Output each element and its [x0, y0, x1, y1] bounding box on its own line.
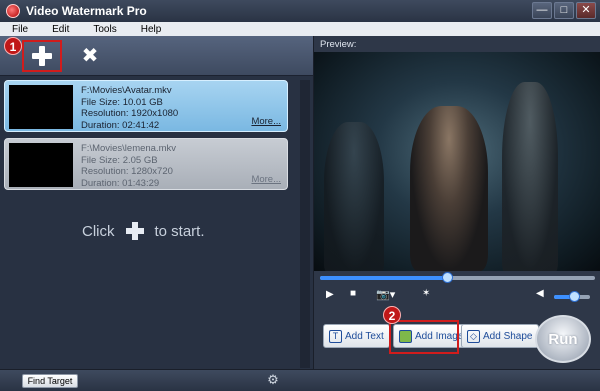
add-text-button[interactable]: T Add Text — [323, 324, 390, 348]
menu-file[interactable]: File — [0, 24, 40, 35]
hint-text-before: Click — [82, 222, 115, 240]
add-text-label: Add Text — [345, 330, 384, 342]
speaker-icon[interactable]: ◀ — [536, 288, 544, 299]
plus-icon — [32, 46, 52, 66]
menu-edit[interactable]: Edit — [40, 24, 81, 35]
app-logo-icon — [6, 4, 20, 18]
highlight-frame — [389, 320, 459, 354]
camera-icon[interactable]: 📷▾ — [376, 288, 395, 301]
more-link[interactable]: More... — [251, 174, 281, 185]
window-title: Video Watermark Pro — [26, 4, 147, 18]
file-info: F:\Movies\Avatar.mkv File Size: 10.01 GB… — [81, 85, 178, 131]
watermark-actions: T Add Text Add Image 2 ◇ Add Shape Run — [314, 306, 600, 369]
video-thumbnail — [9, 143, 73, 187]
more-link[interactable]: More... — [251, 116, 281, 127]
add-shape-button[interactable]: ◇ Add Shape — [461, 324, 539, 348]
video-frame-figure — [324, 122, 384, 271]
add-shape-label: Add Shape — [483, 330, 533, 342]
video-thumbnail — [9, 85, 73, 129]
file-list-item[interactable]: F:\Movies\Avatar.mkv File Size: 10.01 GB… — [4, 80, 288, 132]
player-controls: ▶ ■ 📷▾ ✶ ◀ — [314, 286, 600, 308]
add-file-button[interactable] — [22, 40, 62, 72]
video-preview — [314, 52, 600, 271]
preview-panel: Preview: ▶ ■ 📷▾ ✶ ◀ T Add Text Add Image… — [313, 36, 600, 369]
seek-progress — [320, 276, 447, 280]
file-duration: Duration: 01:43:29 — [81, 177, 160, 189]
file-duration: Duration: 02:41:42 — [81, 119, 160, 131]
file-list-scrollbar[interactable] — [300, 80, 310, 368]
file-info: F:\Movies\lemena.mkv File Size: 2.05 GB … — [81, 143, 176, 189]
volume-slider[interactable] — [554, 291, 590, 302]
wand-icon[interactable]: ✶ — [422, 288, 430, 299]
menu-bar: File Edit Tools Help — [0, 22, 600, 36]
text-icon: T — [329, 329, 342, 343]
preview-label: Preview: — [320, 39, 357, 50]
title-bar: Video Watermark Pro — □ ✕ — [0, 0, 600, 22]
menu-tools[interactable]: Tools — [81, 24, 128, 35]
video-frame-figure — [410, 106, 488, 271]
window-controls: — □ ✕ — [532, 2, 596, 19]
file-path: F:\Movies\lemena.mkv — [81, 143, 177, 154]
file-list-item[interactable]: F:\Movies\lemena.mkv File Size: 2.05 GB … — [4, 138, 288, 190]
annotation-badge-1: 1 — [4, 37, 22, 55]
video-frame-figure — [502, 82, 558, 271]
minimize-button[interactable]: — — [532, 2, 552, 19]
annotation-badge-2: 2 — [383, 306, 401, 324]
play-icon[interactable]: ▶ — [326, 289, 334, 300]
maximize-button[interactable]: □ — [554, 2, 574, 19]
seek-bar[interactable] — [320, 272, 595, 283]
close-button[interactable]: ✕ — [576, 2, 596, 19]
gear-icon[interactable]: ⚙ — [266, 373, 280, 387]
shape-icon: ◇ — [467, 329, 480, 343]
file-list-panel: ✖ 1 F:\Movies\Avatar.mkv File Size: 10.0… — [0, 36, 313, 369]
volume-handle[interactable] — [568, 291, 580, 302]
plus-icon — [125, 222, 144, 240]
seek-handle[interactable] — [441, 272, 453, 283]
hint-text-after: to start. — [154, 222, 205, 240]
click-to-start-hint: Click to start. — [82, 222, 205, 240]
file-resolution: Resolution: 1920x1080 — [81, 108, 179, 119]
file-resolution: Resolution: 1280x720 — [81, 166, 173, 177]
find-target-button[interactable]: Find Target — [22, 374, 78, 388]
file-size: File Size: 2.05 GB — [81, 154, 158, 166]
remove-file-button[interactable]: ✖ — [80, 46, 100, 66]
file-path: F:\Movies\Avatar.mkv — [81, 85, 172, 96]
status-bar: Find Target ⚙ — [0, 369, 600, 391]
stop-icon[interactable]: ■ — [350, 288, 356, 299]
run-button[interactable]: Run — [535, 315, 591, 363]
file-toolbar: ✖ 1 — [0, 36, 313, 76]
file-size: File Size: 10.01 GB — [81, 96, 163, 108]
menu-help[interactable]: Help — [129, 24, 174, 35]
